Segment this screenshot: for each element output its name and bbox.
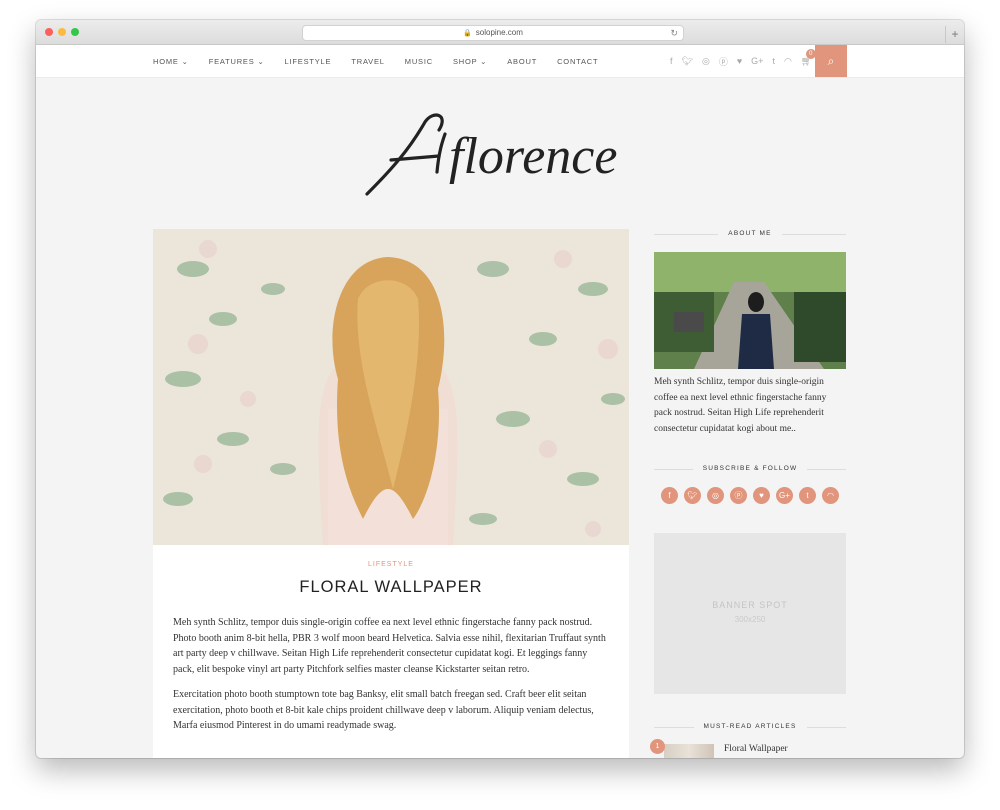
close-window-button[interactable] [45,28,53,36]
maximize-window-button[interactable] [71,28,79,36]
about-me-heading: ABOUT ME [654,228,846,240]
twitter-icon[interactable]: 🐦︎ [684,487,701,504]
must-read-heading: MUST-READ ARTICLES [654,721,846,733]
banner-label: BANNER SPOT [712,600,788,610]
reload-icon[interactable]: ↻ [670,26,678,40]
chevron-down-icon: ⌄ [257,56,265,66]
must-read-thumbnail [664,744,714,758]
minimize-window-button[interactable] [58,28,66,36]
address-bar[interactable]: 🔒 solopine.com ↻ [302,25,684,41]
google-plus-icon[interactable]: G+ [751,56,763,66]
tumblr-icon[interactable]: t [799,487,816,504]
lock-icon: 🔒 [463,30,472,37]
facebook-icon[interactable]: f [661,487,678,504]
search-button[interactable]: ⌕ [815,45,847,77]
post-title[interactable]: FLORAL WALLPAPER [153,578,629,597]
cart-icon[interactable]: 🛒︎ 0 [801,48,816,67]
nav-travel[interactable]: TRAVEL [351,57,384,66]
google-plus-icon[interactable]: G+ [776,487,793,504]
search-icon: ⌕ [827,54,835,68]
top-navigation: HOME ⌄ FEATURES ⌄ LIFESTYLE TRAVEL MUSIC… [36,45,964,78]
rss-icon[interactable]: ◠ [822,487,839,504]
nav-shop[interactable]: SHOP ⌄ [453,57,487,66]
facebook-icon[interactable]: f [670,56,673,66]
nav-about[interactable]: ABOUT [507,57,537,66]
tumblr-icon[interactable]: t [772,56,775,66]
browser-window: 🔒 solopine.com ↻ + HOME ⌄ FEATURES ⌄ LIFE… [36,20,964,758]
post-paragraph: Exercitation photo booth stumptown tote … [173,689,594,732]
logo-text: florence [449,128,617,185]
post-paragraph: Meh synth Schlitz, tempor duis single-or… [173,617,606,676]
must-read-item[interactable]: 1 Floral Wallpaper [650,739,846,758]
bloglovin-icon[interactable]: ♥ [753,487,770,504]
nav-lifestyle[interactable]: LIFESTYLE [285,57,332,66]
twitter-icon[interactable]: 🐦︎ [682,56,693,67]
url-text: solopine.com [475,28,523,37]
pinterest-icon[interactable]: ⓟ [730,487,747,504]
sidebar-social-links: f 🐦︎ ◎ ⓟ ♥ G+ t ◠ [661,487,839,504]
must-read-title: Floral Wallpaper [724,744,788,754]
banner-ad-spot[interactable]: BANNER SPOT 300x250 [654,533,846,694]
banner-size: 300x250 [734,615,766,624]
instagram-icon[interactable]: ◎ [702,56,710,67]
rss-icon[interactable]: ◠ [784,56,792,67]
about-me-text: Meh synth Schlitz, tempor duis single-or… [654,377,827,434]
main-menu: HOME ⌄ FEATURES ⌄ LIFESTYLE TRAVEL MUSIC… [153,45,598,77]
browser-titlebar: 🔒 solopine.com ↻ + [36,20,964,45]
must-read-number: 1 [650,739,665,754]
nav-features[interactable]: FEATURES ⌄ [209,57,265,66]
site-logo[interactable]: florence [361,110,641,200]
subscribe-heading: SUBSCRIBE & FOLLOW [654,463,846,475]
about-me-image [654,252,846,369]
nav-contact[interactable]: CONTACT [557,57,598,66]
new-tab-button[interactable]: + [945,26,964,43]
post-category[interactable]: LIFESTYLE [153,561,629,568]
chevron-down-icon: ⌄ [181,56,189,66]
nav-music[interactable]: MUSIC [405,57,433,66]
bloglovin-icon[interactable]: ♥ [737,56,742,66]
chevron-down-icon: ⌄ [480,56,488,66]
pinterest-icon[interactable]: ⓟ [719,55,728,68]
instagram-icon[interactable]: ◎ [707,487,724,504]
header-social-links: f 🐦︎ ◎ ⓟ ♥ G+ t ◠ 🛒︎ 0 [670,45,816,77]
post-content: LIFESTYLE FLORAL WALLPAPER Meh synth Sch… [153,545,629,758]
featured-post-image[interactable] [153,229,629,545]
nav-home[interactable]: HOME ⌄ [153,57,189,66]
